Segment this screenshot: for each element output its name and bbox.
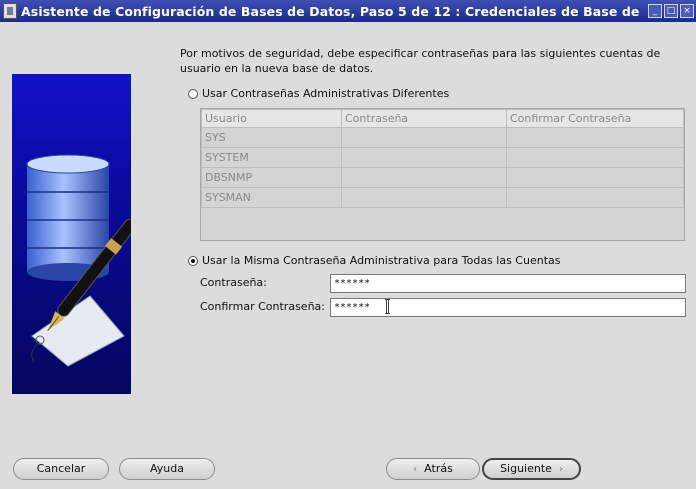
column-header-password: Contraseña xyxy=(341,109,507,128)
table-row: SYS xyxy=(201,127,684,148)
radio-different-passwords[interactable] xyxy=(188,88,198,99)
cell-confirm xyxy=(506,167,684,188)
option-same-label: Usar la Misma Contraseña Administrativa … xyxy=(202,254,561,267)
cell-user: SYS xyxy=(201,127,342,148)
window-title: Asistente de Configuración de Bases de D… xyxy=(21,3,640,19)
cancel-button[interactable]: Cancelar xyxy=(13,458,109,480)
password-field[interactable]: ****** xyxy=(330,274,686,293)
confirm-password-field[interactable]: ****** xyxy=(330,298,686,317)
cell-password xyxy=(341,167,507,188)
intro-text: Por motivos de seguridad, debe especific… xyxy=(180,47,661,75)
help-button[interactable]: Ayuda xyxy=(119,458,215,480)
password-label: Contraseña: xyxy=(200,276,267,289)
minimize-button[interactable]: _ xyxy=(648,4,662,18)
radio-same-password[interactable] xyxy=(188,255,198,266)
cell-password xyxy=(341,187,507,208)
cell-confirm xyxy=(506,147,684,168)
title-bar: Asistente de Configuración de Bases de D… xyxy=(0,0,696,22)
close-button[interactable]: × xyxy=(680,4,694,18)
next-label: Siguiente xyxy=(500,462,552,475)
cell-user: SYSMAN xyxy=(201,187,342,208)
table-row: SYSMAN xyxy=(201,187,684,208)
cell-user: DBSNMP xyxy=(201,167,342,188)
illustration-graphic xyxy=(26,154,131,367)
option-different-label: Usar Contraseñas Administrativas Diferen… xyxy=(202,87,450,100)
cell-user: SYSTEM xyxy=(201,147,342,168)
app-icon[interactable] xyxy=(3,3,17,19)
text-cursor-icon xyxy=(385,299,390,314)
chevron-right-icon: › xyxy=(558,464,563,475)
cell-password xyxy=(341,147,507,168)
column-header-user: Usuario xyxy=(201,109,342,128)
chevron-left-icon: ‹ xyxy=(413,464,418,475)
accounts-table: Usuario Contraseña Confirmar Contraseña … xyxy=(200,108,685,241)
back-button[interactable]: ‹ Atrás xyxy=(386,458,480,480)
table-header-row: Usuario Contraseña Confirmar Contraseña xyxy=(201,109,684,128)
option-different-passwords[interactable]: Usar Contraseñas Administrativas Diferen… xyxy=(188,87,449,100)
cell-confirm xyxy=(506,127,684,148)
table-row: SYSTEM xyxy=(201,147,684,168)
next-button[interactable]: Siguiente › xyxy=(482,458,581,480)
maximize-button[interactable]: □ xyxy=(664,4,678,18)
confirm-password-label: Confirmar Contraseña: xyxy=(200,300,325,313)
cell-password xyxy=(341,127,507,148)
cell-confirm xyxy=(506,187,684,208)
column-header-confirm: Confirmar Contraseña xyxy=(506,109,684,128)
option-same-password[interactable]: Usar la Misma Contraseña Administrativa … xyxy=(188,254,560,267)
database-pen-illustration xyxy=(12,74,131,394)
back-label: Atrás xyxy=(424,462,453,475)
table-row: DBSNMP xyxy=(201,167,684,188)
